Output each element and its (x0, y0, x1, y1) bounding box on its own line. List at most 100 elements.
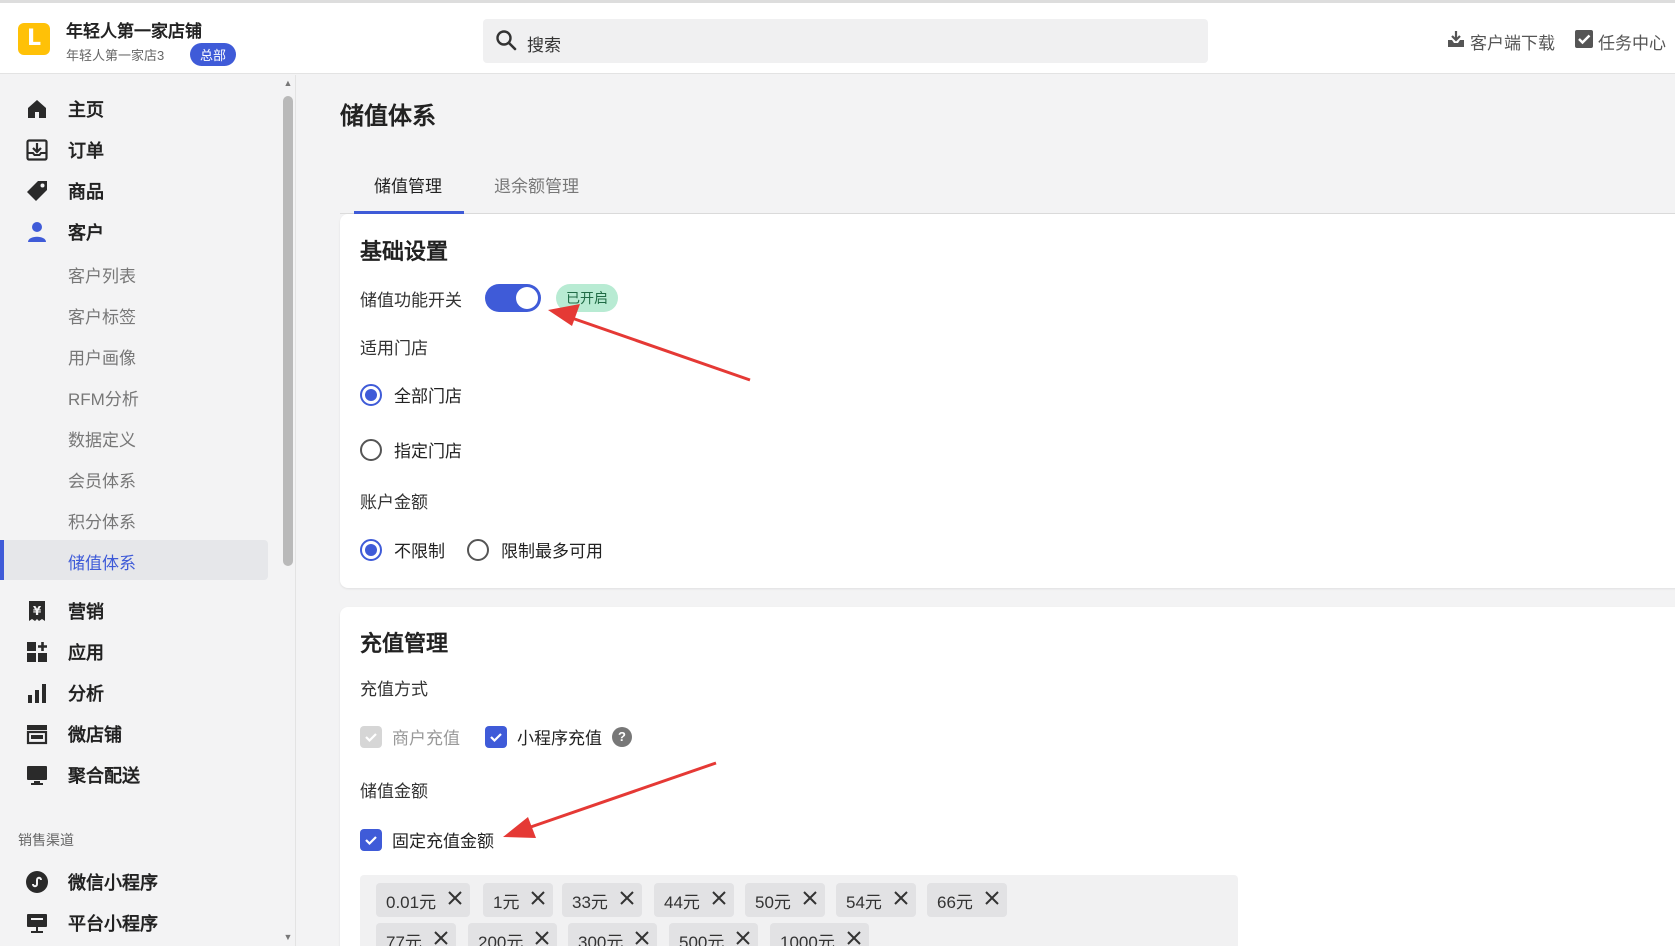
sidebar-item-label: 主页 (68, 100, 104, 120)
amount-tag-label: 300元 (578, 932, 624, 946)
radio-specific-stores[interactable]: 指定门店 (360, 437, 462, 462)
close-icon[interactable] (620, 890, 634, 910)
sidebar-subitem-membership[interactable]: 会员体系 (68, 467, 136, 492)
page-title: 储值体系 (340, 103, 436, 130)
basic-settings-card: 基础设置 储值功能开关 已开启 适用门店 全部门店 指定门店 账户金额 不限制 … (340, 214, 1675, 588)
download-tray-icon (1446, 29, 1466, 54)
checkbox-label: 商户充值 (392, 729, 460, 748)
radio-circle (360, 383, 382, 406)
shop-sub-name: 年轻人第一家店3 (66, 48, 165, 63)
sidebar-subitem-user-profile[interactable]: 用户画像 (68, 344, 136, 369)
tab-bar: 储值管理 退余额管理 (340, 166, 1675, 214)
stored-value-toggle[interactable] (485, 284, 541, 312)
amount-tag-label: 500元 (679, 932, 725, 946)
sidebar-subitem-data-definition[interactable]: 数据定义 (68, 426, 136, 451)
person-icon (24, 219, 50, 245)
close-icon[interactable] (985, 890, 999, 910)
recharge-management-card: 充值管理 充值方式 商户充值 小程序充值 ? 储值金额 固定充值金额 0.01元… (340, 607, 1675, 946)
amount-tag: 54元 (836, 883, 916, 917)
close-icon[interactable] (803, 890, 817, 910)
sidebar-item-label: 商品 (68, 182, 104, 202)
sidebar-item-analytics[interactable]: 分析 (24, 680, 104, 706)
sidebar-subitem-customer-tags[interactable]: 客户标签 (68, 303, 136, 328)
sidebar-item-home[interactable]: 主页 (24, 96, 104, 122)
radio-limit-max[interactable]: 限制最多可用 (467, 537, 603, 562)
close-icon[interactable] (847, 930, 861, 946)
hq-badge: 总部 (190, 43, 237, 66)
applicable-stores-label: 适用门店 (360, 339, 428, 358)
scroll-up-arrow-icon[interactable]: ▲ (283, 78, 293, 88)
tab-refund-balance-management[interactable]: 退余额管理 (494, 172, 579, 197)
amount-tag: 77元 (376, 923, 456, 946)
amount-tag: 200元 (468, 923, 558, 946)
checkbox-merchant-recharge: 商户充值 (360, 724, 460, 749)
close-icon[interactable] (531, 890, 546, 910)
sidebar-subitem-stored-value[interactable]: 储值体系 (68, 549, 136, 574)
amount-tag: 44元 (654, 883, 734, 917)
radio-circle (467, 538, 489, 561)
apps-grid-icon (24, 639, 50, 665)
amount-tag-label: 1元 (493, 892, 520, 912)
sidebar-item-micro-store[interactable]: 微店铺 (24, 721, 122, 747)
sidebar-item-customers[interactable]: 客户 (24, 219, 104, 245)
close-icon[interactable] (736, 930, 751, 946)
amount-tag-input[interactable]: 0.01元 1元 33元 44元 50元 54元 66元 77元 200元 30… (360, 875, 1238, 946)
checkbox-miniprogram-recharge[interactable]: 小程序充值 ? (485, 724, 632, 749)
close-icon[interactable] (535, 930, 550, 946)
client-download-label: 客户端下载 (1470, 34, 1555, 53)
help-icon[interactable]: ? (612, 726, 632, 747)
checkbox-fixed-amount[interactable]: 固定充值金额 (360, 827, 494, 852)
monitor-icon (24, 762, 50, 788)
sidebar-subitem-rfm-analysis[interactable]: RFM分析 (68, 385, 139, 410)
sidebar-item-label: 订单 (68, 141, 104, 161)
search-input[interactable]: 搜索 (483, 19, 1208, 63)
svg-text:¥: ¥ (33, 604, 42, 618)
recharge-method-label: 充值方式 (360, 680, 428, 699)
shop-logo-icon[interactable]: L (18, 23, 50, 55)
sidebar-item-label: 微信小程序 (68, 873, 158, 893)
close-icon[interactable] (434, 930, 448, 946)
task-center-label: 任务中心 (1598, 34, 1666, 53)
close-icon[interactable] (894, 890, 908, 910)
sidebar-item-wechat-miniprogram[interactable]: 微信小程序 (24, 869, 158, 895)
radio-all-stores[interactable]: 全部门店 (360, 382, 462, 407)
sidebar-item-apps[interactable]: 应用 (24, 639, 104, 665)
checkbox-box (485, 725, 507, 748)
tab-stored-value-management[interactable]: 储值管理 (374, 172, 442, 197)
sidebar-subitem-points[interactable]: 积分体系 (68, 508, 136, 533)
amount-tag-label: 77元 (386, 932, 422, 946)
amount-tag-label: 0.01元 (386, 892, 437, 912)
sidebar-item-products[interactable]: 商品 (24, 178, 104, 204)
task-center-button[interactable]: 任务中心 (1574, 29, 1666, 54)
amount-tag-label: 44元 (664, 892, 700, 912)
tag-icon (24, 178, 50, 204)
close-icon[interactable] (635, 930, 650, 946)
sidebar-item-label: 聚合配送 (68, 766, 140, 786)
sidebar-item-orders[interactable]: 订单 (24, 137, 104, 163)
radio-unlimited[interactable]: 不限制 (360, 537, 445, 562)
stored-value-switch-label: 储值功能开关 (360, 291, 462, 310)
wechat-miniprogram-icon (24, 869, 50, 895)
yen-receipt-icon: ¥ (24, 598, 50, 624)
sidebar-item-label: 营销 (68, 602, 104, 622)
amount-tag: 0.01元 (376, 883, 471, 917)
scrollbar-thumb[interactable] (283, 96, 293, 566)
platform-miniprogram-icon (24, 910, 50, 936)
sidebar-item-marketing[interactable]: ¥ 营销 (24, 598, 104, 624)
amount-tag: 500元 (669, 923, 759, 946)
sidebar-item-platform-miniprogram[interactable]: 平台小程序 (24, 910, 158, 936)
close-icon[interactable] (448, 890, 462, 910)
client-download-button[interactable]: 客户端下载 (1446, 29, 1555, 54)
amount-tag-label: 66元 (937, 892, 973, 912)
storefront-icon (24, 721, 50, 747)
sidebar-item-delivery[interactable]: 聚合配送 (24, 762, 140, 788)
sidebar-subitem-customer-list[interactable]: 客户列表 (68, 262, 136, 287)
scroll-down-arrow-icon[interactable]: ▼ (283, 932, 293, 942)
sidebar-item-label: 分析 (68, 684, 104, 704)
inbox-download-icon (24, 137, 50, 163)
shop-name[interactable]: 年轻人第一家店铺 (66, 17, 202, 42)
checkbox-box (360, 828, 382, 851)
close-icon[interactable] (712, 890, 726, 910)
amount-tag: 300元 (568, 923, 658, 946)
sidebar-active-indicator (0, 540, 4, 580)
